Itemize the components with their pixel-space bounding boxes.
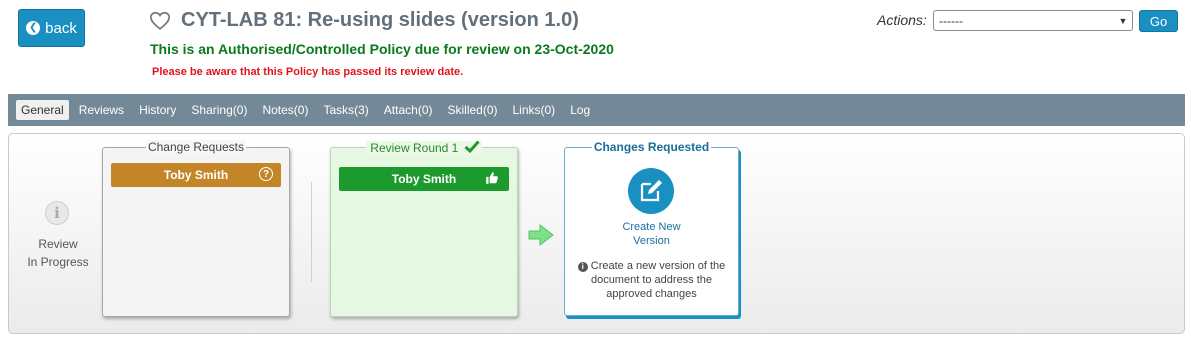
- back-button[interactable]: ❮ back: [18, 9, 85, 47]
- heart-icon[interactable]: [149, 10, 171, 32]
- back-label: back: [45, 19, 77, 37]
- question-circle-icon[interactable]: ?: [259, 167, 273, 181]
- tab-general[interactable]: General: [16, 100, 69, 120]
- tab-sharing[interactable]: Sharing(0): [186, 100, 252, 120]
- actions-select[interactable]: ------ ▼: [933, 10, 1133, 31]
- review-round-card: Review Round 1 Toby Smith: [330, 140, 518, 317]
- create-new-version-line1: Create New: [622, 221, 681, 233]
- create-new-version-description-text: Create a new version of the document to …: [590, 260, 726, 300]
- review-round-legend-text: Review Round 1: [368, 141, 461, 155]
- divider: [311, 182, 312, 282]
- tab-log[interactable]: Log: [565, 100, 595, 120]
- go-button[interactable]: Go: [1139, 10, 1178, 32]
- review-round-legend: Review Round 1: [366, 140, 482, 155]
- change-requests-card: Change Requests Toby Smith ?: [102, 140, 290, 317]
- edit-icon[interactable]: [628, 168, 674, 214]
- info-circle-icon: i: [577, 262, 588, 272]
- tab-skilled[interactable]: Skilled(0): [442, 100, 502, 120]
- changes-requested-legend: Changes Requested: [591, 140, 712, 154]
- change-request-person[interactable]: Toby Smith ?: [111, 163, 281, 187]
- review-status-line1: Review: [38, 237, 78, 251]
- actions-selected-value: ------: [939, 13, 963, 28]
- reviewer-person-name: Toby Smith: [391, 172, 457, 186]
- create-new-version-line2: Version: [633, 235, 670, 247]
- create-new-version-link[interactable]: Create New Version: [565, 220, 738, 248]
- tab-tasks[interactable]: Tasks(3): [318, 100, 373, 120]
- review-status: Review In Progress: [18, 235, 98, 271]
- tab-links[interactable]: Links(0): [508, 100, 561, 120]
- policy-status-text: This is an Authorised/Controlled Policy …: [150, 41, 614, 57]
- reviewer-person[interactable]: Toby Smith: [339, 167, 509, 191]
- review-warning-text: Please be aware that this Policy has pas…: [152, 66, 464, 78]
- changes-requested-card: Changes Requested Create New Version i C…: [564, 140, 739, 316]
- review-status-line2: In Progress: [27, 255, 89, 269]
- pencil-square-icon: [640, 180, 662, 202]
- arrow-right-icon: [528, 223, 554, 247]
- info-icon: i: [45, 201, 69, 225]
- chevron-down-icon: ▼: [1118, 15, 1128, 26]
- actions-label: Actions:: [877, 12, 927, 28]
- tab-attach[interactable]: Attach(0): [379, 100, 438, 120]
- tab-bar: General Reviews History Sharing(0) Notes…: [8, 94, 1185, 126]
- create-new-version-description: i Create a new version of the document t…: [571, 259, 732, 301]
- change-requests-legend: Change Requests: [145, 140, 247, 154]
- tab-notes[interactable]: Notes(0): [257, 100, 313, 120]
- page-title: CYT-LAB 81: Re-using slides (version 1.0…: [181, 9, 579, 31]
- change-request-person-name: Toby Smith: [163, 168, 229, 182]
- tab-history[interactable]: History: [134, 100, 181, 120]
- thumbs-up-icon: [486, 172, 498, 184]
- tab-reviews[interactable]: Reviews: [74, 100, 129, 120]
- checkmark-icon: [464, 140, 480, 154]
- chevron-left-icon: ❮: [26, 21, 41, 35]
